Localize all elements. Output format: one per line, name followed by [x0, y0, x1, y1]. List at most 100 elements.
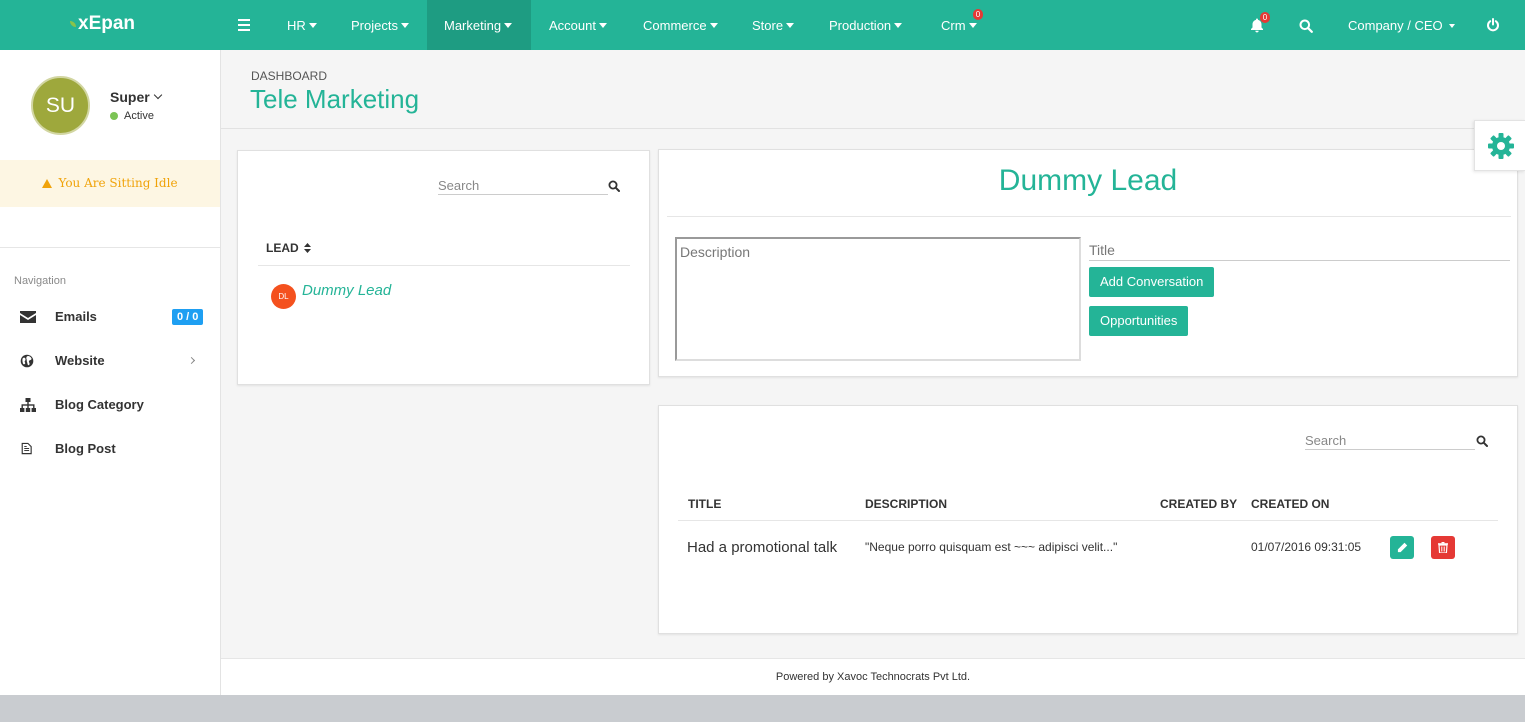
nav-account-label: Account	[549, 18, 596, 33]
nav-commerce[interactable]: Commerce	[643, 0, 718, 50]
pencil-icon	[1397, 542, 1408, 553]
warning-icon	[42, 179, 53, 188]
column-header-title: TITLE	[688, 497, 722, 511]
avatar[interactable]: SU	[31, 76, 90, 135]
row-title: Had a promotional talk	[687, 539, 838, 556]
description-textarea[interactable]	[675, 237, 1081, 361]
globe-icon	[20, 354, 34, 368]
sidebar: SU Super Active You Are Sitting Idle Nav…	[0, 50, 221, 695]
nav-hr-label: HR	[287, 18, 306, 33]
column-header-created-on: CREATED ON	[1251, 497, 1330, 511]
lead-column-label: LEAD	[266, 241, 299, 255]
nav-store[interactable]: Store	[752, 0, 795, 50]
chevron-down-icon	[153, 90, 162, 100]
user-menu-label: Company / CEO	[1348, 18, 1443, 33]
title-input[interactable]	[1089, 239, 1510, 261]
caret-down-icon	[598, 23, 607, 28]
leaf-icon	[70, 21, 76, 27]
document-icon	[21, 442, 32, 455]
sidebar-item-label: Website	[55, 353, 105, 368]
sidebar-item-emails[interactable]: Emails 0 / 0	[0, 302, 220, 332]
nav-marketing-label: Marketing	[444, 18, 502, 33]
status-dot-icon	[110, 112, 118, 120]
sidebar-item-blog-post[interactable]: Blog Post	[0, 434, 220, 464]
title-field[interactable]	[1089, 239, 1510, 261]
sidebar-item-blog-category[interactable]: Blog Category	[0, 390, 220, 420]
sidebar-item-label: Blog Category	[55, 397, 144, 412]
user-name: Super	[110, 89, 150, 105]
conversation-search-input[interactable]	[1305, 430, 1475, 450]
search-icon	[1299, 19, 1313, 33]
lead-search-input[interactable]	[438, 175, 608, 195]
emails-count-badge: 0 / 0	[172, 309, 204, 325]
caret-down-icon	[400, 23, 409, 28]
user-status: Active	[110, 110, 154, 122]
lead-list-panel: LEAD DL Dummy Lead	[237, 150, 650, 385]
conversations-panel: TITLE DESCRIPTION CREATED BY CREATED ON …	[658, 405, 1518, 634]
notification-badge: 0	[1260, 12, 1270, 23]
idle-alert: You Are Sitting Idle	[0, 160, 220, 207]
nav-production-label: Production	[829, 18, 892, 33]
user-name-dropdown[interactable]: Super	[110, 89, 162, 105]
envelope-icon	[20, 311, 36, 323]
search-icon[interactable]	[608, 180, 620, 192]
lead-link[interactable]: Dummy Lead	[302, 282, 391, 299]
sidebar-item-label: Emails	[55, 309, 97, 324]
nav-projects[interactable]: Projects	[351, 0, 409, 50]
crm-badge: 0	[973, 9, 983, 20]
top-navbar: xEpan HR Projects Marketing Account Comm…	[0, 0, 1525, 50]
conversation-search-field[interactable]	[1305, 430, 1475, 450]
power-icon	[1487, 18, 1499, 32]
hamburger-menu-icon[interactable]	[238, 19, 250, 31]
delete-button[interactable]	[1431, 536, 1455, 559]
nav-crm[interactable]: Crm 0	[941, 0, 983, 50]
sitemap-icon	[20, 398, 36, 412]
nav-hr[interactable]: HR	[287, 0, 317, 50]
sort-icon	[304, 243, 312, 253]
gear-icon	[1488, 133, 1514, 159]
chevron-right-icon	[187, 356, 196, 365]
sidebar-divider	[0, 247, 220, 248]
caret-down-icon	[709, 23, 718, 28]
search-icon[interactable]	[1476, 435, 1488, 447]
page-title: Tele Marketing	[250, 84, 420, 114]
footer: Powered by Xavoc Technocrats Pvt Ltd.	[221, 658, 1525, 695]
user-status-label: Active	[124, 110, 154, 122]
lead-search-field[interactable]	[438, 175, 608, 195]
page-header: DASHBOARD Tele Marketing	[221, 50, 1525, 129]
edit-button[interactable]	[1390, 536, 1414, 559]
user-menu[interactable]: Company / CEO	[1348, 0, 1455, 50]
caret-down-icon	[308, 23, 317, 28]
caret-down-icon	[968, 23, 977, 28]
caret-down-icon	[1448, 24, 1455, 28]
trash-icon	[1438, 542, 1448, 553]
sidebar-item-website[interactable]: Website	[0, 346, 220, 376]
add-conversation-button[interactable]: Add Conversation	[1089, 267, 1215, 297]
idle-message: You Are Sitting Idle	[58, 176, 178, 190]
conversation-header-divider	[678, 520, 1498, 521]
opportunities-button[interactable]: Opportunities	[1089, 306, 1189, 336]
lead-detail-panel: Dummy Lead Add Conversation Opportunitie…	[658, 149, 1518, 377]
lead-column-header[interactable]: LEAD	[266, 241, 312, 255]
lead-header-divider	[258, 265, 630, 266]
column-header-description: DESCRIPTION	[865, 497, 948, 511]
main-content: DASHBOARD Tele Marketing LEAD DL Dummy L…	[221, 50, 1525, 695]
lead-name-heading: Dummy Lead	[998, 164, 1178, 197]
nav-production[interactable]: Production	[829, 0, 903, 50]
column-header-created-by: CREATED BY	[1160, 497, 1238, 511]
nav-account[interactable]: Account	[549, 0, 607, 50]
caret-down-icon	[894, 23, 903, 28]
nav-crm-label: Crm	[941, 18, 966, 33]
row-description: "Neque porro quisquam est ~~~ adipisci v…	[865, 540, 1118, 554]
nav-store-label: Store	[752, 18, 784, 33]
nav-commerce-label: Commerce	[643, 18, 707, 33]
caret-down-icon	[786, 23, 795, 28]
footer-text: Powered by Xavoc Technocrats Pvt Ltd.	[775, 671, 971, 683]
brand-logo[interactable]: xEpan	[70, 13, 135, 35]
nav-marketing[interactable]: Marketing	[427, 0, 531, 50]
row-created-on: 01/07/2016 09:31:05	[1251, 540, 1362, 554]
lead-avatar: DL	[271, 284, 296, 309]
sidebar-item-label: Blog Post	[55, 441, 116, 456]
breadcrumb[interactable]: DASHBOARD	[251, 69, 327, 83]
settings-panel-toggle[interactable]	[1474, 120, 1525, 171]
